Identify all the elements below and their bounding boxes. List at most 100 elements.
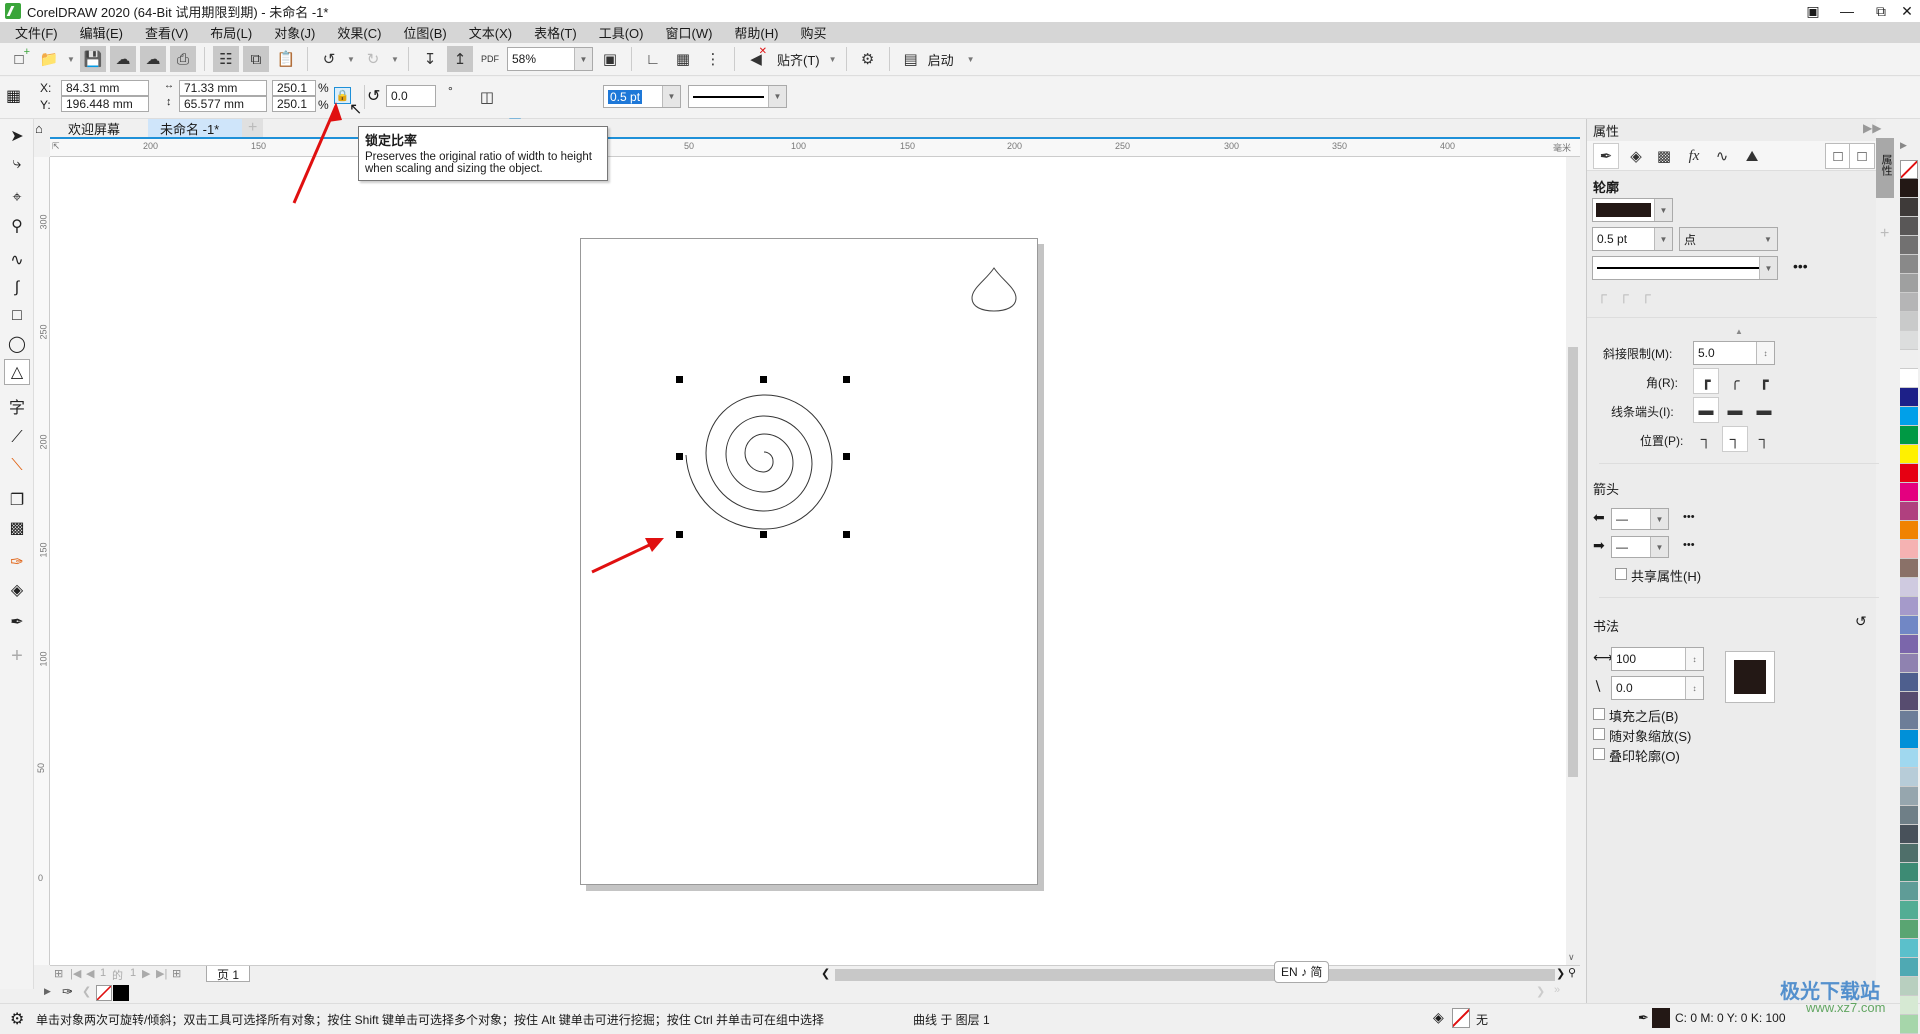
vertical-ruler[interactable]: 300 250 200 150 100 50 0 xyxy=(34,157,50,965)
snap-to-button[interactable]: 贴齐(T) xyxy=(773,50,824,69)
palette-swatch[interactable] xyxy=(1900,882,1918,901)
show-grid-icon[interactable]: ▦ xyxy=(670,46,696,72)
palette-swatch[interactable] xyxy=(1900,293,1918,312)
menu-tools[interactable]: 工具(O) xyxy=(588,23,655,42)
scale-with-object-checkbox[interactable] xyxy=(1593,728,1605,740)
new-tab-plus-icon[interactable]: + xyxy=(242,119,264,137)
palette-swatch[interactable] xyxy=(1900,559,1918,578)
stretch-spinner[interactable]: 100 ↕ xyxy=(1611,647,1704,671)
scroll-right-icon[interactable]: ❯ xyxy=(1556,967,1565,980)
round-corner-icon[interactable]: ╭ xyxy=(1722,368,1748,394)
copy-icon[interactable]: ⧉ xyxy=(243,46,269,72)
prev-page-icon[interactable]: ◀ xyxy=(86,967,94,980)
menu-object[interactable]: 对象(J) xyxy=(263,23,326,42)
menu-buy[interactable]: 购买 xyxy=(789,23,837,42)
artistic-media-tool-icon[interactable]: ∫ xyxy=(4,275,30,301)
zoom-navigator-icon[interactable]: ⚲ xyxy=(1568,966,1576,979)
bevel-corner-icon[interactable]: ┏ xyxy=(1751,368,1777,394)
snap-off-icon[interactable]: ✕ ◀ xyxy=(743,46,769,72)
menu-help[interactable]: 帮助(H) xyxy=(723,23,789,42)
connector-tool-icon[interactable]: ⟍ xyxy=(4,453,30,479)
ruler-origin-icon[interactable]: ⇱ xyxy=(52,141,60,152)
fill-color-swatch[interactable] xyxy=(1452,1008,1470,1028)
launch-button[interactable]: 启动 xyxy=(928,50,954,69)
bitmap-tab-icon[interactable]: ⛰ xyxy=(1739,143,1765,169)
palette-swatch[interactable] xyxy=(1900,597,1918,616)
cut-icon[interactable]: ☷ xyxy=(213,46,239,72)
outline-width-combo[interactable]: 0.5 pt ▼ xyxy=(603,85,681,108)
tab-untitled-1[interactable]: 未命名 -1* xyxy=(148,119,242,137)
open-icon[interactable]: 📁 xyxy=(36,46,62,72)
palette-swatch[interactable] xyxy=(1900,483,1918,502)
palette-swatch[interactable] xyxy=(1900,426,1918,445)
end-arrow-more-icon[interactable]: ••• xyxy=(1683,539,1695,551)
zoom-level-combo[interactable]: 58% ▼ xyxy=(507,47,593,71)
menu-edit[interactable]: 编辑(E) xyxy=(69,23,134,42)
line-style-combo[interactable]: ▼ xyxy=(688,85,787,108)
shape-tool-icon[interactable]: ⤷ xyxy=(4,151,30,177)
palette-swatch[interactable] xyxy=(1900,730,1918,749)
properties-side-tab[interactable]: 属性 xyxy=(1876,138,1894,198)
next-page-icon[interactable]: ▶ xyxy=(142,967,150,980)
scroll-thumb[interactable] xyxy=(1568,347,1578,777)
status-gear-icon[interactable]: ⚙ xyxy=(10,1009,24,1029)
page-1-tab[interactable]: 页 1 xyxy=(206,966,251,982)
export-icon[interactable]: ↥ xyxy=(447,46,473,72)
transparency-tool-icon[interactable]: ▩ xyxy=(4,515,30,541)
cloud-download-icon[interactable]: ☁ xyxy=(110,46,136,72)
palette-swatch[interactable] xyxy=(1900,977,1918,996)
view-options-icon[interactable]: □ xyxy=(1849,143,1875,169)
palette-swatch[interactable] xyxy=(1900,787,1918,806)
palette-swatch[interactable] xyxy=(1900,863,1918,882)
transparency-tab-icon[interactable]: ▩ xyxy=(1651,143,1677,169)
palette-swatch[interactable] xyxy=(1900,540,1918,559)
docker-expand-icon[interactable]: ▶▶ xyxy=(1863,121,1881,135)
last-page-icon[interactable]: ▶| xyxy=(156,967,167,980)
reference-point-icon[interactable]: ▦ xyxy=(6,86,21,106)
curve-tab-icon[interactable]: ∿ xyxy=(1709,143,1735,169)
palette-swatch[interactable] xyxy=(1900,445,1918,464)
menu-layout[interactable]: 布局(L) xyxy=(199,23,263,42)
palette-swatch[interactable] xyxy=(1900,958,1918,977)
menu-file[interactable]: 文件(F) xyxy=(4,23,69,42)
menu-window[interactable]: 窗口(W) xyxy=(654,23,723,42)
palette-menu-icon[interactable]: ▶ xyxy=(1900,140,1907,151)
palette-swatch[interactable] xyxy=(1900,255,1918,274)
overprint-outline-checkbox[interactable] xyxy=(1593,748,1605,760)
start-arrow-more-icon[interactable]: ••• xyxy=(1683,511,1695,523)
eyedropper-icon[interactable]: ✑ xyxy=(62,984,73,1000)
palette-swatch[interactable] xyxy=(1900,825,1918,844)
show-rulers-icon[interactable]: ∟ xyxy=(640,46,666,72)
palette-swatch[interactable] xyxy=(1900,806,1918,825)
miter-corner-icon[interactable]: ┏ xyxy=(1693,368,1719,394)
palette-swatch[interactable] xyxy=(1900,198,1918,217)
palette-swatch[interactable] xyxy=(1900,179,1918,198)
square-cap-icon[interactable]: ▬ xyxy=(1751,397,1777,423)
spinner-arrows-icon[interactable]: ↕ xyxy=(1685,648,1703,670)
new-document-icon[interactable]: + □ xyxy=(6,46,32,72)
import-icon[interactable]: ↧ xyxy=(417,46,443,72)
add-docker-icon[interactable]: + xyxy=(1880,225,1889,243)
save-icon[interactable]: 💾 xyxy=(80,46,106,72)
black-swatch[interactable] xyxy=(113,985,129,1001)
rectangle-tool-icon[interactable]: □ xyxy=(4,303,30,329)
menu-table[interactable]: 表格(T) xyxy=(523,23,588,42)
cloud-upload-icon[interactable]: ☁ xyxy=(140,46,166,72)
add-tool-icon[interactable]: + xyxy=(4,643,30,669)
palette-swatch[interactable] xyxy=(1900,1015,1918,1034)
outline-style-more-icon[interactable]: ••• xyxy=(1793,258,1808,274)
palette-swatch[interactable] xyxy=(1900,350,1918,369)
frame-tab-icon[interactable]: □ xyxy=(1825,143,1851,169)
zoom-tool-icon[interactable]: ⚲ xyxy=(4,213,30,239)
palette-swatch[interactable] xyxy=(1900,331,1918,350)
outline-width-field[interactable]: 0.5 pt ▼ xyxy=(1592,227,1673,251)
inside-position-icon[interactable]: ┐ xyxy=(1751,426,1777,452)
no-fill-swatch[interactable] xyxy=(1900,160,1918,179)
outline-pen-tool-icon[interactable]: ✒ xyxy=(4,609,30,635)
account-icon[interactable]: ▣ xyxy=(1796,0,1830,22)
no-color-swatch[interactable] xyxy=(96,985,112,1001)
palette-swatch[interactable] xyxy=(1900,654,1918,673)
outline-tab-icon[interactable]: ✒ xyxy=(1593,143,1619,169)
palette-swatch[interactable] xyxy=(1900,312,1918,331)
palette-more-icon[interactable]: » xyxy=(1554,984,1560,996)
